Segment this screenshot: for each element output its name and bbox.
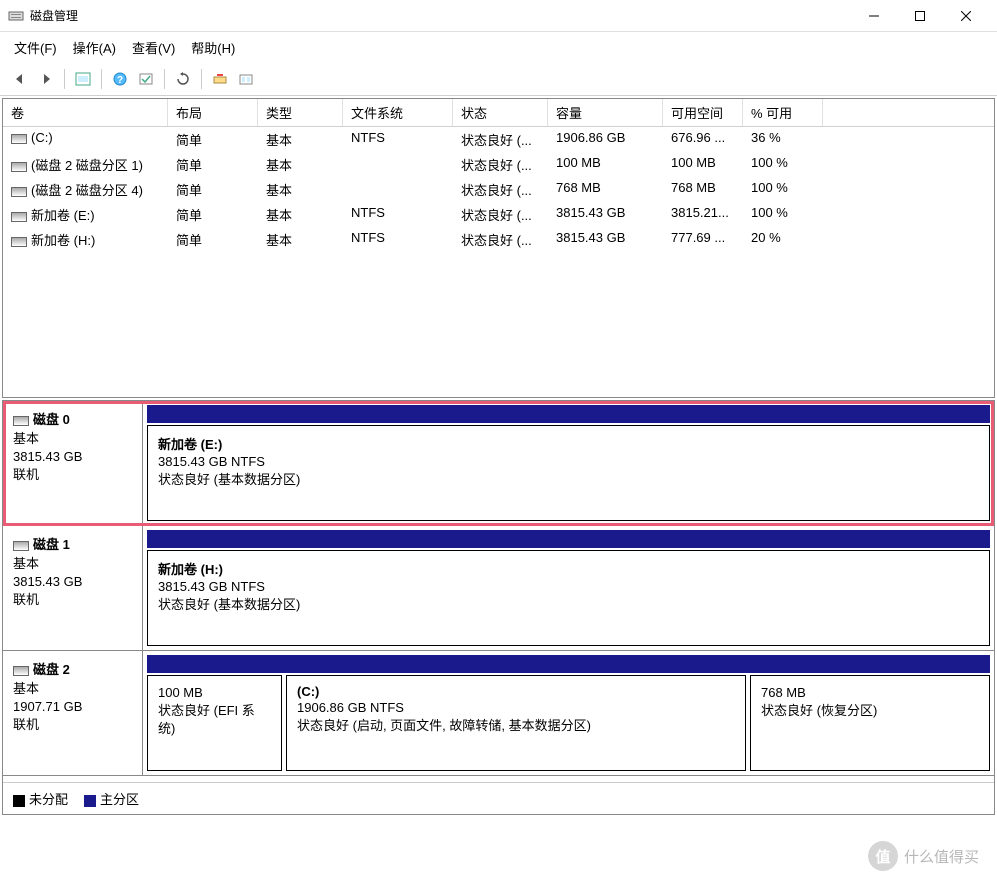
volume-row[interactable]: (磁盘 2 磁盘分区 1) 简单 基本 状态良好 (... 100 MB 100…	[3, 152, 994, 177]
volume-list-header: 卷 布局 类型 文件系统 状态 容量 可用空间 % 可用	[3, 99, 994, 127]
drive-icon	[11, 187, 27, 197]
disk-size: 1907.71 GB	[13, 698, 132, 716]
watermark-badge: 值	[868, 841, 898, 871]
disk-type: 基本	[13, 430, 132, 448]
partition[interactable]: 768 MB 状态良好 (恢复分区)	[750, 675, 990, 771]
disk-pane[interactable]: 磁盘 0 基本 3815.43 GB 联机 新加卷 (E:) 3815.43 G…	[2, 400, 995, 815]
col-status[interactable]: 状态	[453, 99, 548, 126]
app-icon	[8, 8, 24, 24]
titlebar: 磁盘管理	[0, 0, 997, 32]
col-capacity[interactable]: 容量	[548, 99, 663, 126]
partition-size: 3815.43 GB NTFS	[158, 453, 979, 471]
partition-status: 状态良好 (启动, 页面文件, 故障转储, 基本数据分区)	[297, 717, 735, 735]
disk-size: 3815.43 GB	[13, 448, 132, 466]
partition[interactable]: (C:) 1906.86 GB NTFS 状态良好 (启动, 页面文件, 故障转…	[286, 675, 746, 771]
col-type[interactable]: 类型	[258, 99, 343, 126]
drive-icon	[11, 237, 27, 247]
col-free[interactable]: 可用空间	[663, 99, 743, 126]
watermark-text: 什么值得买	[904, 846, 979, 867]
disk-title: 磁盘 1	[13, 534, 132, 553]
volume-row[interactable]: 新加卷 (E:) 简单 基本 NTFS 状态良好 (... 3815.43 GB…	[3, 202, 994, 227]
disk-header-bar	[147, 530, 990, 548]
disk-title: 磁盘 0	[13, 409, 132, 428]
svg-text:?: ?	[117, 75, 123, 86]
col-layout[interactable]: 布局	[168, 99, 258, 126]
volume-row[interactable]: (磁盘 2 磁盘分区 4) 简单 基本 状态良好 (... 768 MB 768…	[3, 177, 994, 202]
disk-type: 基本	[13, 555, 132, 573]
toolbar-icon-3[interactable]	[134, 67, 158, 91]
forward-button[interactable]	[34, 67, 58, 91]
partition-status: 状态良好 (基本数据分区)	[158, 471, 979, 489]
disk-icon	[13, 666, 29, 676]
disk-row[interactable]: 磁盘 0 基本 3815.43 GB 联机 新加卷 (E:) 3815.43 G…	[3, 401, 994, 526]
disk-state: 联机	[13, 716, 132, 734]
disk-header-bar	[147, 655, 990, 673]
menu-help[interactable]: 帮助(H)	[185, 35, 241, 60]
col-volume[interactable]: 卷	[3, 99, 168, 126]
disk-info: 磁盘 1 基本 3815.43 GB 联机	[3, 526, 143, 650]
disk-header-bar	[147, 405, 990, 423]
volume-list: 卷 布局 类型 文件系统 状态 容量 可用空间 % 可用 (C:) 简单 基本 …	[2, 98, 995, 398]
disk-size: 3815.43 GB	[13, 573, 132, 591]
partition-status: 状态良好 (恢复分区)	[761, 702, 979, 720]
disk-info: 磁盘 2 基本 1907.71 GB 联机	[3, 651, 143, 775]
back-button[interactable]	[8, 67, 32, 91]
maximize-button[interactable]	[897, 1, 943, 31]
partition-status: 状态良好 (EFI 系统)	[158, 702, 271, 738]
toolbar-icon-5[interactable]	[208, 67, 232, 91]
disk-state: 联机	[13, 466, 132, 484]
partition-size: 768 MB	[761, 684, 979, 702]
volume-row[interactable]: (C:) 简单 基本 NTFS 状态良好 (... 1906.86 GB 676…	[3, 127, 994, 152]
disk-partitions: 新加卷 (E:) 3815.43 GB NTFS 状态良好 (基本数据分区)	[143, 401, 994, 525]
partition[interactable]: 新加卷 (E:) 3815.43 GB NTFS 状态良好 (基本数据分区)	[147, 425, 990, 521]
window-title: 磁盘管理	[30, 7, 851, 24]
minimize-button[interactable]	[851, 1, 897, 31]
legend: 未分配 主分区	[3, 782, 994, 814]
help-icon[interactable]: ?	[108, 67, 132, 91]
partition-status: 状态良好 (基本数据分区)	[158, 596, 979, 614]
menubar: 文件(F) 操作(A) 查看(V) 帮助(H)	[0, 32, 997, 63]
partition[interactable]: 新加卷 (H:) 3815.43 GB NTFS 状态良好 (基本数据分区)	[147, 550, 990, 646]
toolbar: ?	[0, 63, 997, 96]
legend-unallocated-box	[13, 795, 25, 807]
volume-list-body[interactable]: (C:) 简单 基本 NTFS 状态良好 (... 1906.86 GB 676…	[3, 127, 994, 397]
disk-icon	[13, 541, 29, 551]
close-button[interactable]	[943, 1, 989, 31]
legend-primary-box	[84, 795, 96, 807]
drive-icon	[11, 212, 27, 222]
disk-title: 磁盘 2	[13, 659, 132, 678]
partition-size: 1906.86 GB NTFS	[297, 699, 735, 717]
refresh-icon[interactable]	[171, 67, 195, 91]
partition-name: (C:)	[297, 684, 735, 699]
volume-row[interactable]: 新加卷 (H:) 简单 基本 NTFS 状态良好 (... 3815.43 GB…	[3, 227, 994, 252]
partition-size: 3815.43 GB NTFS	[158, 578, 979, 596]
legend-primary: 主分区	[100, 792, 139, 807]
toolbar-icon-1[interactable]	[71, 67, 95, 91]
disk-partitions: 新加卷 (H:) 3815.43 GB NTFS 状态良好 (基本数据分区)	[143, 526, 994, 650]
partition-name: 新加卷 (H:)	[158, 559, 979, 578]
legend-unallocated: 未分配	[29, 792, 68, 807]
partition-size: 100 MB	[158, 684, 271, 702]
menu-action[interactable]: 操作(A)	[67, 35, 122, 60]
menu-file[interactable]: 文件(F)	[8, 35, 63, 60]
toolbar-icon-6[interactable]	[234, 67, 258, 91]
col-filesystem[interactable]: 文件系统	[343, 99, 453, 126]
disk-info: 磁盘 0 基本 3815.43 GB 联机	[3, 401, 143, 525]
drive-icon	[11, 162, 27, 172]
disk-type: 基本	[13, 680, 132, 698]
disk-state: 联机	[13, 591, 132, 609]
drive-icon	[11, 134, 27, 144]
col-pct[interactable]: % 可用	[743, 99, 823, 126]
disk-icon	[13, 416, 29, 426]
partition[interactable]: 100 MB 状态良好 (EFI 系统)	[147, 675, 282, 771]
disk-partitions: 100 MB 状态良好 (EFI 系统) (C:) 1906.86 GB NTF…	[143, 651, 994, 775]
disk-row[interactable]: 磁盘 2 基本 1907.71 GB 联机 100 MB 状态良好 (EFI 系…	[3, 651, 994, 776]
watermark: 值 什么值得买	[868, 841, 979, 871]
disk-row[interactable]: 磁盘 1 基本 3815.43 GB 联机 新加卷 (H:) 3815.43 G…	[3, 526, 994, 651]
menu-view[interactable]: 查看(V)	[126, 35, 181, 60]
partition-name: 新加卷 (E:)	[158, 434, 979, 453]
